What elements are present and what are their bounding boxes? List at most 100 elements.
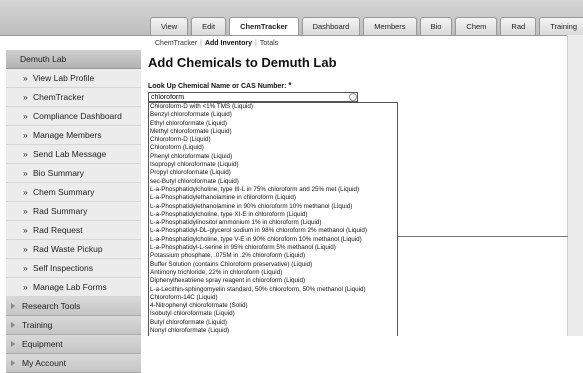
bullet-icon: » [23,206,28,216]
autocomplete-option[interactable]: L-a-Phosphatidylethanolamine in chlorofo… [149,194,397,202]
bullet-icon: » [23,111,28,121]
autocomplete-option[interactable]: Chloroform-D (Liquid) [149,136,397,144]
breadcrumb-separator: | [255,40,257,47]
tab-members[interactable]: Members [363,17,417,35]
autocomplete-option[interactable]: Nonyl chloroformate (Liquid) [149,327,397,335]
autocomplete-option[interactable]: Chloroform-14C (Liquid) [149,294,397,302]
sidebar-item-rad-summary[interactable]: » Rad Summary [6,202,141,221]
top-header-bar: View Edit ChemTracker Dashboard Members … [0,0,583,36]
autocomplete-option[interactable]: sec-Butyl chloroformate (Liquid) [149,178,397,186]
sidebar-section-training[interactable]: Training [6,316,141,335]
sidebar-item-send-lab-message[interactable]: » Send Lab Message [6,145,141,164]
sidebar-item-manage-lab-forms[interactable]: » Manage Lab Forms [6,278,141,297]
sidebar-section-research-tools[interactable]: Research Tools [6,297,141,316]
sidebar-item-compliance-dashboard[interactable]: » Compliance Dashboard [6,107,141,126]
bullet-icon: » [23,244,28,254]
sidebar: Demuth Lab » View Lab Profile » ChemTracke… [6,50,141,373]
breadcrumb: ChemTracker | Add Inventory | Totals [155,40,278,47]
autocomplete-option[interactable]: Chloroform-D with <1% TMS (Liquid) [149,103,397,111]
sidebar-item-label: Manage Lab Forms [33,282,107,292]
tab-training[interactable]: Training [539,17,583,35]
autocomplete-option[interactable]: Propyl chloroformate (Liquid) [149,169,397,177]
autocomplete-option[interactable]: Isobutyl chloroformate (Liquid) [149,310,397,318]
bullet-icon: » [23,168,28,178]
autocomplete-option[interactable]: Diphenylhexatriene spray reagent in chlo… [149,277,397,285]
tab-bio[interactable]: Bio [419,17,453,35]
breadcrumb-totals-link[interactable]: Totals [260,40,278,47]
sidebar-item-label: Rad Request [33,225,83,235]
page-title: Add Chemicals to Demuth Lab [148,55,337,70]
chemical-search-input[interactable] [148,92,358,102]
form-divider [398,236,568,237]
autocomplete-option[interactable]: Methyl chloroformate (Liquid) [149,128,397,136]
sidebar-item-manage-members[interactable]: » Manage Members [6,126,141,145]
expand-arrow-icon [11,341,15,347]
sidebar-lab-heading[interactable]: Demuth Lab [6,50,141,69]
tab-chemtracker[interactable]: ChemTracker [229,17,299,35]
sidebar-item-self-inspections[interactable]: » Self Inspections [6,259,141,278]
tab-bar: View Edit ChemTracker Dashboard Members … [150,17,583,35]
sidebar-item-bio-summary[interactable]: » Bio Summary [6,164,141,183]
lookup-field-label: Look Up Chemical Name or CAS Number: * [148,81,292,90]
sidebar-item-rad-waste-pickup[interactable]: » Rad Waste Pickup [6,240,141,259]
autocomplete-option[interactable]: Buffer Solution (contains Chloroform pre… [149,261,397,269]
bullet-icon: » [23,263,28,273]
autocomplete-option[interactable]: L-a-Phosphatidylcholine, type V-E in 90%… [149,236,397,244]
bullet-icon: » [23,149,28,159]
bullet-icon: » [23,73,28,83]
autocomplete-option[interactable]: L-a-Phosphatidylcholine, type III-L in 7… [149,186,397,194]
sidebar-item-rad-request[interactable]: » Rad Request [6,221,141,240]
sidebar-item-label: Send Lab Message [33,149,107,159]
required-marker: * [288,81,292,90]
sidebar-item-label: Compliance Dashboard [33,111,122,121]
sidebar-item-label: ChemTracker [33,92,85,102]
sidebar-section-label: Training [22,320,53,330]
bullet-icon: » [23,282,28,292]
sidebar-section-equipment[interactable]: Equipment [6,335,141,354]
autocomplete-option[interactable]: L-a-Phosphatidylinositol ammonium 1% in … [149,219,397,227]
autocomplete-option[interactable]: L-a-Lecithin-sphingomyelin standard, 50%… [149,286,397,294]
autocomplete-option[interactable]: Chloroform (Liquid) [149,144,397,152]
sidebar-item-label: Chem Summary [33,187,95,197]
breadcrumb-chemtracker-link[interactable]: ChemTracker [155,40,197,47]
autocomplete-option[interactable]: Isopropyl chloroformate (Liquid) [149,161,397,169]
sidebar-item-label: Self Inspections [33,263,94,273]
sidebar-item-label: Manage Members [33,130,102,140]
sidebar-item-view-lab-profile[interactable]: » View Lab Profile [6,69,141,88]
autocomplete-option[interactable]: Antimony trichloride, 22% in chloroform … [149,269,397,277]
sidebar-item-label: Bio Summary [33,168,85,178]
expand-arrow-icon [11,360,15,366]
autocomplete-option[interactable]: L-a-Phosphatidyl-DL-glycerol sodium in 9… [149,227,397,235]
autocomplete-results-list[interactable]: Chloroform-D with <1% TMS (Liquid) Benzy… [148,102,398,336]
autocomplete-option[interactable]: Potassium phosphate, .075M in .2% chloro… [149,252,397,260]
sidebar-item-chem-summary[interactable]: » Chem Summary [6,183,141,202]
autocomplete-option[interactable]: Butyl chloroformate (Liquid) [149,319,397,327]
breadcrumb-separator: | [200,40,202,47]
tab-rad[interactable]: Rad [500,17,537,35]
tab-dashboard[interactable]: Dashboard [301,17,361,35]
sidebar-item-label: View Lab Profile [33,73,95,83]
sidebar-section-label: My Account [22,358,66,368]
sidebar-section-label: Research Tools [22,301,81,311]
autocomplete-option[interactable]: Phenyl chloroformate (Liquid) [149,153,397,161]
expand-arrow-icon [11,322,15,328]
expand-arrow-icon [11,303,15,309]
autocomplete-option[interactable]: 4-Nitrophenyl chloroformate (Solid) [149,302,397,310]
sidebar-item-label: Rad Summary [33,206,88,216]
autocomplete-option[interactable]: Ethyl chloroformate (Liquid) [149,120,397,128]
loading-spinner-icon [349,93,357,101]
tab-view[interactable]: View [150,17,189,35]
page-scrollbar[interactable] [567,35,583,336]
tab-chem[interactable]: Chem [455,17,498,35]
sidebar-item-chemtracker[interactable]: » ChemTracker [6,88,141,107]
breadcrumb-current: Add Inventory [204,40,253,47]
autocomplete-option[interactable]: L-a-Phosphatidylcholine, type XI-E in ch… [149,211,397,219]
tab-edit[interactable]: Edit [191,17,227,35]
autocomplete-option[interactable]: L-a-Phosphatidyl-L-serine in 95% chlorof… [149,244,397,252]
bullet-icon: » [23,187,28,197]
autocomplete-option[interactable]: Benzyl chloroformate (Liquid) [149,111,397,119]
bullet-icon: » [23,92,28,102]
autocomplete-option[interactable]: L-a-Phosphatidylethanolamine in 90% chlo… [149,203,397,211]
bullet-icon: » [23,130,28,140]
sidebar-section-my-account[interactable]: My Account [6,354,141,373]
